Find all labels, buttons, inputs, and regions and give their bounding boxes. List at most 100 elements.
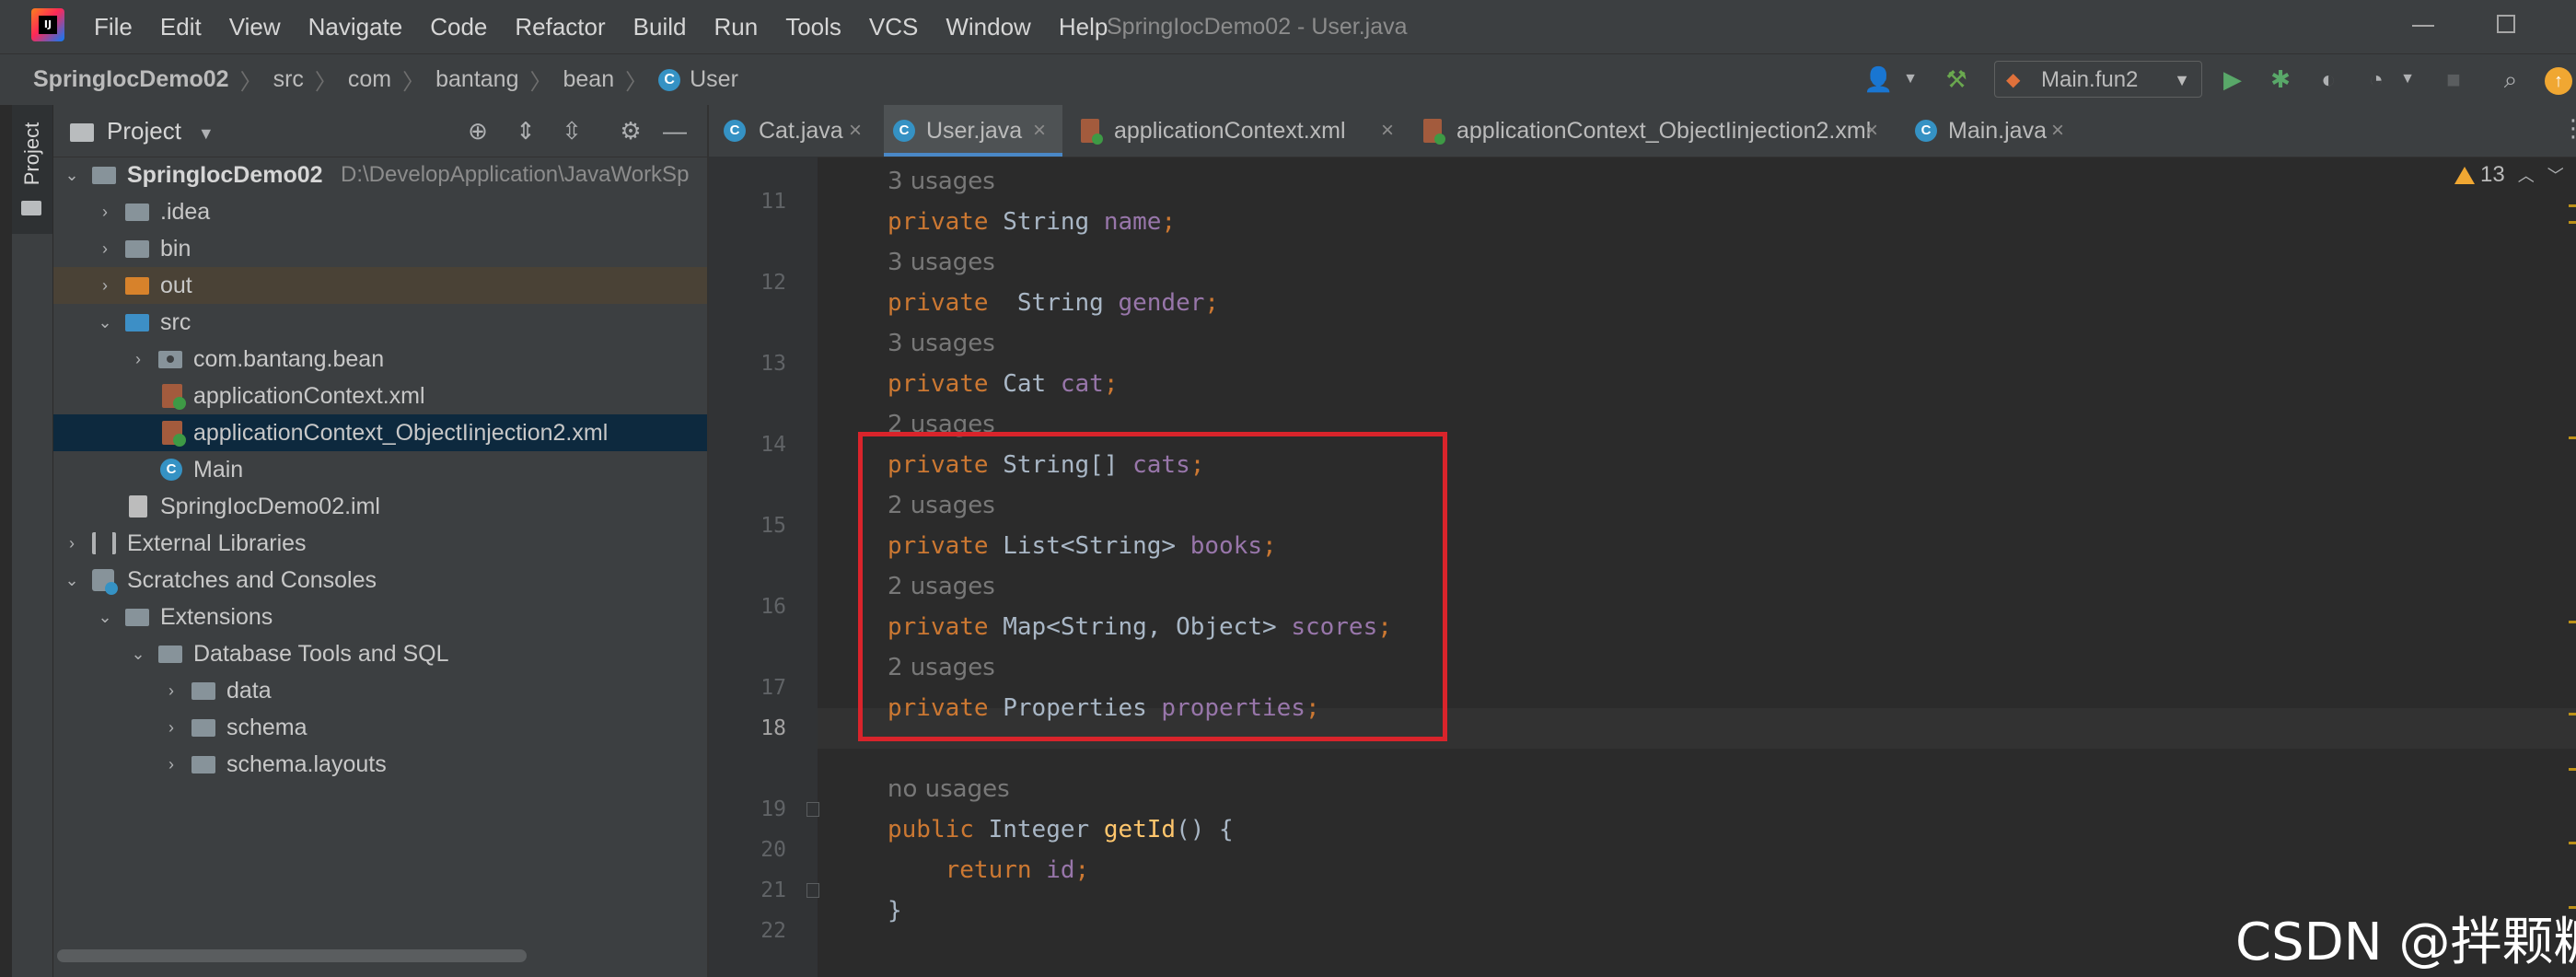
chevron-up-icon[interactable]: ︿ — [2518, 167, 2535, 185]
code-line-21[interactable]: } — [888, 890, 902, 931]
project-tool-window-button[interactable]: Project — [12, 105, 52, 234]
code-line-11[interactable]: private String name; — [888, 202, 1176, 242]
chevron-down-icon[interactable]: ⌄ — [61, 157, 83, 193]
usages-hint[interactable]: 3 usages — [888, 161, 995, 202]
code-line-20[interactable]: return id; — [888, 850, 1090, 890]
run-configuration-select[interactable]: ◆ Main.fun2 ▼ — [1994, 61, 2202, 98]
tree-item-schema-layouts[interactable]: › schema.layouts — [53, 746, 707, 783]
close-icon[interactable]: × — [1381, 105, 1394, 157]
locate-icon[interactable]: ⊕ — [464, 117, 492, 145]
code-line-19[interactable]: public Integer getId() { — [888, 809, 1234, 850]
tab-applicationcontext-xml[interactable]: applicationContext.xml × — [1073, 105, 1407, 157]
tree-item-applicationcontext-xml[interactable]: applicationContext.xml — [53, 378, 707, 414]
menu-help[interactable]: Help — [1059, 13, 1108, 41]
chevron-right-icon[interactable]: › — [127, 341, 149, 378]
chevron-down-icon[interactable]: ▼ — [2394, 65, 2421, 93]
tree-item-external-libraries[interactable]: › External Libraries — [53, 525, 707, 562]
tree-item-scratches[interactable]: ⌄ Scratches and Consoles — [53, 562, 707, 599]
fold-marker-icon[interactable] — [806, 883, 819, 898]
tab-cat-java[interactable]: C Cat.java × — [709, 105, 876, 157]
tree-item-src[interactable]: ⌄ src — [53, 304, 707, 341]
error-stripe-marker[interactable] — [2569, 768, 2576, 771]
user-icon[interactable]: 👤 — [1863, 65, 1893, 93]
minimize-icon[interactable] — [2412, 25, 2434, 27]
fold-marker-icon[interactable] — [806, 802, 819, 817]
build-hammer-icon[interactable]: ⚒ — [1943, 65, 1970, 93]
breadcrumb-com[interactable]: com — [348, 66, 391, 93]
menu-window[interactable]: Window — [946, 13, 1030, 41]
error-stripe-marker[interactable] — [2569, 221, 2576, 224]
close-icon[interactable]: × — [849, 105, 862, 157]
error-stripe-marker[interactable] — [2569, 842, 2576, 844]
tree-item-bin[interactable]: › bin — [53, 230, 707, 267]
tree-item-schema[interactable]: › schema — [53, 709, 707, 746]
tree-item-data[interactable]: › data — [53, 672, 707, 709]
usages-hint[interactable]: no usages — [888, 769, 1010, 809]
chevron-right-icon[interactable]: › — [61, 525, 83, 562]
chevron-right-icon[interactable]: › — [160, 746, 182, 783]
menu-code[interactable]: Code — [430, 13, 487, 41]
gear-icon[interactable]: ⚙ — [617, 117, 644, 145]
search-icon[interactable]: ⌕ — [2497, 65, 2524, 93]
hide-icon[interactable]: — — [661, 117, 689, 145]
chevron-right-icon[interactable]: › — [160, 672, 182, 709]
tree-item-iml[interactable]: SpringIocDemo02.iml — [53, 488, 707, 525]
breadcrumb-bantang[interactable]: bantang — [435, 66, 518, 93]
menu-file[interactable]: File — [94, 13, 133, 41]
project-view-selector[interactable]: Project ▼ — [70, 105, 215, 159]
error-stripe-marker[interactable] — [2569, 621, 2576, 623]
tree-item-project-root[interactable]: ⌄ SpringIocDemo02 D:\DevelopApplication\… — [53, 157, 707, 193]
usages-hint[interactable]: 3 usages — [888, 323, 995, 364]
tree-item-package[interactable]: › com.bantang.bean — [53, 341, 707, 378]
tree-item-objectinjection2-xml[interactable]: applicationContext_ObjectIinjection2.xml — [53, 414, 707, 451]
chevron-right-icon[interactable]: › — [94, 267, 116, 304]
error-stripe-marker[interactable] — [2569, 436, 2576, 439]
menu-run[interactable]: Run — [714, 13, 758, 41]
error-stripe-marker[interactable] — [2569, 204, 2576, 207]
tree-item-idea[interactable]: › .idea — [53, 193, 707, 230]
menu-edit[interactable]: Edit — [160, 13, 202, 41]
close-icon[interactable]: × — [1033, 105, 1046, 157]
tree-item-database-tools[interactable]: ⌄ Database Tools and SQL — [53, 635, 707, 672]
menu-tools[interactable]: Tools — [785, 13, 841, 41]
debug-icon[interactable]: ✱ — [2267, 65, 2294, 93]
tree-item-main[interactable]: C Main — [53, 451, 707, 488]
chevron-down-icon[interactable]: ⌄ — [61, 562, 83, 599]
tab-objectinjection2-xml[interactable]: applicationContext_ObjectIinjection2.xml… — [1416, 105, 1895, 157]
profile-icon[interactable]: ◔ — [2362, 65, 2390, 93]
stop-icon[interactable]: ■ — [2440, 65, 2467, 93]
chevron-right-icon[interactable]: › — [94, 193, 116, 230]
tab-user-java[interactable]: C User.java × — [884, 105, 1062, 157]
menu-refactor[interactable]: Refactor — [515, 13, 605, 41]
chevron-down-icon[interactable]: ▼ — [1897, 65, 1924, 93]
chevron-down-icon[interactable]: ⌄ — [94, 599, 116, 635]
expand-all-icon[interactable]: ⇕ — [512, 117, 540, 145]
update-icon[interactable]: ↑ — [2545, 67, 2572, 95]
breadcrumb-src[interactable]: src — [273, 66, 304, 93]
tree-item-extensions[interactable]: ⌄ Extensions — [53, 599, 707, 635]
menu-view[interactable]: View — [229, 13, 281, 41]
horizontal-scrollbar[interactable] — [57, 949, 527, 962]
inspection-widget[interactable]: 13 ︿ ﹀ — [2454, 162, 2564, 193]
error-stripe-marker[interactable] — [2569, 713, 2576, 715]
menu-navigate[interactable]: Navigate — [308, 13, 403, 41]
code-line-13[interactable]: private Cat cat; — [888, 364, 1118, 404]
menu-vcs[interactable]: VCS — [869, 13, 918, 41]
breadcrumb-project[interactable]: SpringIocDemo02 — [33, 66, 229, 93]
menu-build[interactable]: Build — [633, 13, 687, 41]
coverage-icon[interactable]: ◐ — [2315, 65, 2342, 93]
chevron-down-icon[interactable]: ⌄ — [94, 304, 116, 341]
breadcrumb-current[interactable]: User — [690, 66, 738, 93]
breadcrumb-bean[interactable]: bean — [563, 66, 615, 93]
run-icon[interactable]: ▶ — [2219, 65, 2246, 93]
chevron-down-icon[interactable]: ⌄ — [127, 635, 149, 672]
usages-hint[interactable]: 3 usages — [888, 242, 995, 283]
tree-item-out[interactable]: › out — [53, 267, 707, 304]
chevron-right-icon[interactable]: › — [160, 709, 182, 746]
tab-main-java[interactable]: C Main.java × — [1904, 105, 2079, 157]
chevron-right-icon[interactable]: › — [94, 230, 116, 267]
maximize-icon[interactable] — [2497, 15, 2515, 33]
code-line-12[interactable]: private String gender; — [888, 283, 1219, 323]
close-icon[interactable]: × — [2051, 105, 2064, 157]
more-tabs-icon[interactable]: ⋮ — [2561, 114, 2576, 143]
